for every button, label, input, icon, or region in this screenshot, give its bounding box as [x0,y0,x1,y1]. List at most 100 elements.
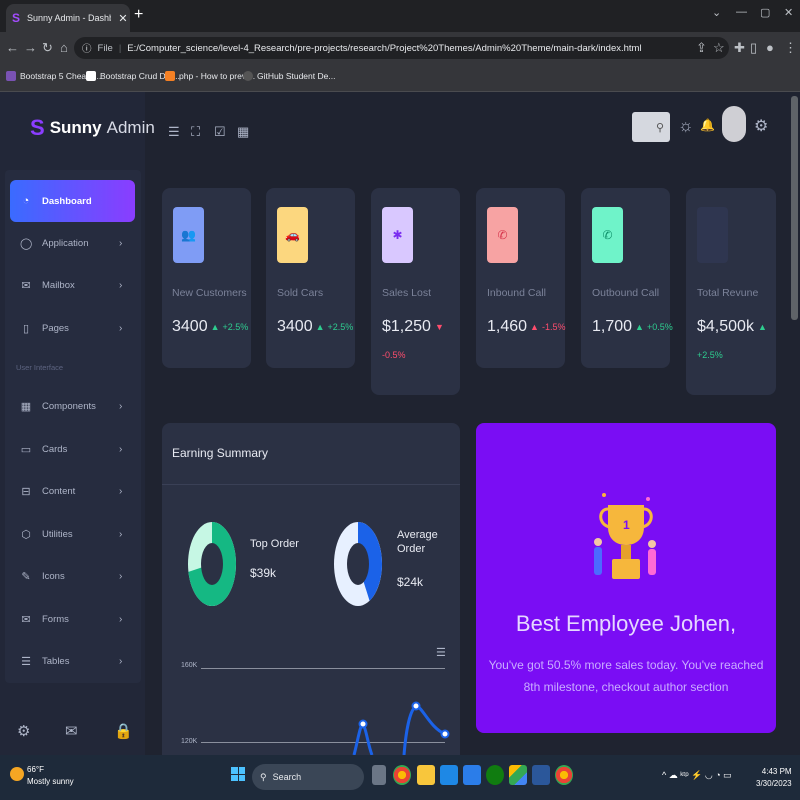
chart-point[interactable] [440,729,450,739]
sidebar-item-application[interactable]: ◯ Application › [10,224,135,262]
best-employee-title: Best Employee Johen, [515,611,737,636]
earning-summary-title: Earning Summary [172,446,269,460]
chart-point[interactable] [358,719,368,729]
arrow-down-icon: ▼ [434,322,444,332]
sidebar-item-tables[interactable]: ☰ Tables › [10,642,135,680]
chevron-right-icon: › [119,322,123,334]
sidebar-item-icons[interactable]: ✎ Icons › [10,557,135,595]
sidebar-item-utilities[interactable]: ⬡ Utilities › [10,515,135,553]
y-tick-label: 120K [181,738,198,745]
forms-icon: ✉ [21,613,31,626]
app-logo[interactable]: S Sunny Admin [30,115,155,141]
xbox-icon[interactable] [486,765,504,785]
sidebar-item-forms[interactable]: ✉ Forms › [10,600,135,638]
taskbar-clock[interactable]: 4:43 PM 3/30/2023 [756,766,792,790]
settings-icon[interactable]: ⚙ [754,116,768,136]
bell-icon[interactable]: 🔔 [700,118,715,132]
chart-point[interactable] [411,701,421,711]
content-icon: ⊟ [21,485,31,498]
y-tick-label: 160K [181,662,198,669]
lock-icon[interactable]: 🔒 [114,722,133,740]
clock-date: 3/30/2023 [756,779,792,788]
sidebar-item-label: Mailbox [42,279,75,291]
weather-sun-icon[interactable] [10,767,24,781]
chrome-icon[interactable] [393,765,411,785]
fullscreen-icon[interactable]: ⛶ [191,124,200,140]
stat-value-row: 1,700 ▲ +0.5% [592,318,673,336]
avatar[interactable] [722,106,746,142]
bookmark-php[interactable]: php - How to previ... [165,71,255,81]
browser-tab[interactable]: S Sunny Admin - Dashboard ✕ [6,4,130,32]
chevron-right-icon: › [119,443,123,455]
tab-search-icon[interactable]: ⌄ [712,6,721,19]
phone-outgoing-icon: ✆ [592,207,623,263]
back-icon[interactable]: ← [6,40,19,55]
profile-icon[interactable]: ● [766,40,774,55]
chrome-icon[interactable] [555,765,573,785]
donut-hole [347,543,369,585]
task-view-icon[interactable] [372,765,386,785]
sidepanel-icon[interactable]: ▯ [750,40,757,56]
sidebar-item-dashboard[interactable]: ◔ Dashboard [10,180,135,222]
earning-line-chart [352,701,450,755]
chevron-right-icon: › [119,279,123,291]
home-icon[interactable]: ⌂ [60,40,68,55]
google-drive-icon[interactable] [509,765,527,785]
page-scrollbar[interactable] [791,96,798,320]
share-icon[interactable]: ⇪ [696,40,707,56]
menu-toggle-icon[interactable]: ☰ [168,124,180,140]
browser-menu-icon[interactable]: ⋮ [784,40,797,56]
minimize-button[interactable]: — [736,6,747,18]
search-icon: ⚲ [655,121,664,134]
stat-value-row: 3400 ▲ +2.5% [172,318,248,336]
store-icon[interactable] [463,765,481,785]
close-window-button[interactable]: ✕ [784,6,793,19]
stat-value: $1,250 [382,318,431,335]
sidebar-item-components[interactable]: ▦ Components › [10,387,135,425]
theme-sun-icon[interactable]: ☼ [678,116,694,136]
page-icon: ▯ [22,322,30,335]
new-tab-button[interactable]: + [134,6,143,24]
weather-widget[interactable]: 66°F Mostly sunny [27,764,74,788]
arrow-up-icon: ▲ [757,322,767,332]
stat-label: New Customers [172,287,247,299]
taskbar-search[interactable]: ⚲ Search [252,764,364,790]
word-icon[interactable] [532,765,550,785]
bookmark-github[interactable]: GitHub Student De... [243,71,335,81]
sunny-logo-icon: S [30,115,45,140]
file-explorer-icon[interactable] [417,765,435,785]
extensions-icon[interactable]: ✚ [734,40,745,56]
stat-label: Sold Cars [277,287,324,299]
page-icon [86,71,96,81]
stat-change: +2.5% [327,322,354,332]
system-tray[interactable]: ^ ☁ ᵏᵗᵖ ⚡ ◡ ◔ ▭ [662,770,732,781]
bootstrap-icon [6,71,16,81]
average-order-value: $24k [397,575,424,589]
sidebar-item-mailbox[interactable]: ✉ Mailbox › [10,266,135,304]
chart-line [402,704,446,755]
url-bar[interactable]: ⓘ File | E:/Computer_science/level-4_Res… [74,37,729,59]
checkbox-icon[interactable]: ☑ [214,124,226,140]
mail-icon: ✉ [21,279,31,292]
mail-app-icon[interactable] [440,765,458,785]
bookmark-star-icon[interactable]: ☆ [713,40,725,56]
average-order-donut [334,522,382,606]
stat-label: Sales Lost [382,287,432,299]
mail-icon[interactable]: ✉ [65,722,78,740]
search-input[interactable]: ⚲ [632,112,670,142]
stat-value: 3400 [277,318,313,335]
forward-icon[interactable]: → [24,40,37,55]
sidebar-item-pages[interactable]: ▯ Pages › [10,309,135,347]
person-head [648,540,656,548]
tab-close-icon[interactable]: ✕ [116,12,130,25]
reload-icon[interactable]: ↻ [42,40,53,56]
chevron-right-icon: › [119,613,123,625]
chart-menu-icon[interactable]: ☰ [436,646,446,659]
maximize-button[interactable]: ▢ [760,6,770,19]
settings-icon[interactable]: ⚙ [17,722,30,740]
sidebar-item-content[interactable]: ⊟ Content › [10,472,135,510]
calendar-icon[interactable]: ▦ [237,124,249,140]
sidebar-item-cards[interactable]: ▭ Cards › [10,430,135,468]
windows-start-icon[interactable] [231,767,245,781]
trophy-stem [621,545,631,559]
